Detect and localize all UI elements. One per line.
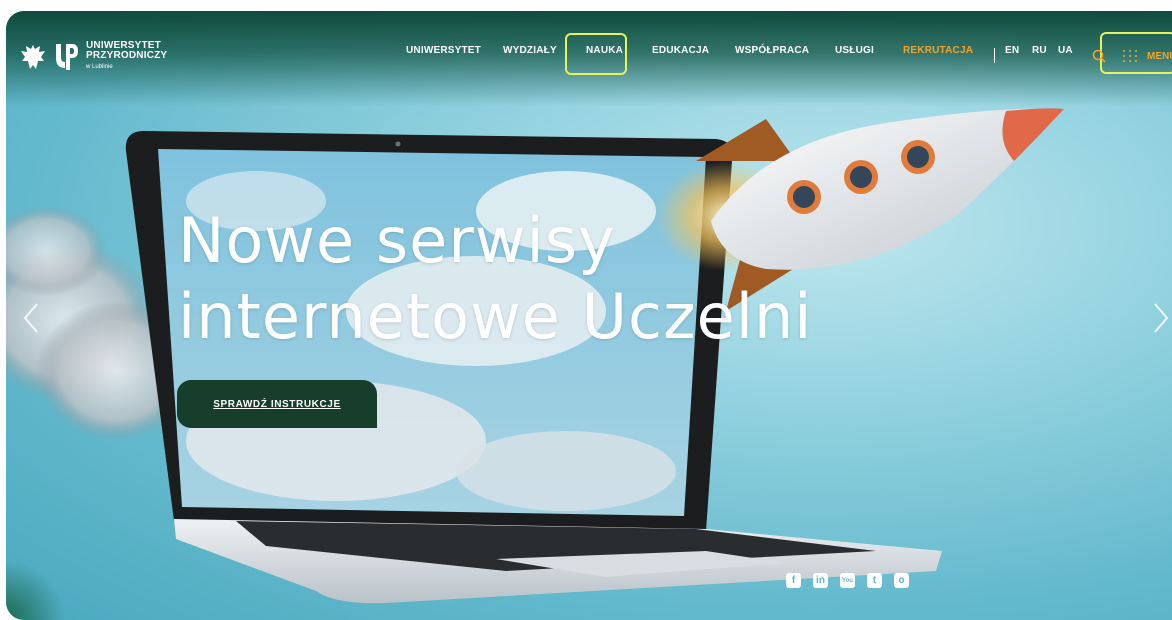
hero-title: Nowe serwisy internetowe Uczelni (178, 203, 813, 355)
youtube-icon[interactable]: You (840, 573, 855, 588)
eagle-emblem-icon (21, 44, 45, 69)
menu-button[interactable]: MENU (1147, 51, 1172, 62)
social-links: f in You t o (786, 573, 909, 588)
logo-line-2: PRZYRODNICZY (86, 50, 168, 61)
site-header: UNIWERSYTET PRZYRODNICZY w Lublinie UNIW… (6, 11, 1172, 101)
nav-item-uniwersytet[interactable]: UNIWERSYTET (406, 45, 481, 56)
logo-wordmark: UNIWERSYTET PRZYRODNICZY w Lublinie (86, 41, 167, 72)
lang-en[interactable]: EN (1005, 45, 1019, 56)
linkedin-icon[interactable]: in (813, 573, 828, 588)
nav-item-nauka[interactable]: NAUKA (586, 45, 623, 56)
grid-dots-icon[interactable] (1122, 49, 1138, 63)
logo-line-3: w Lublinie (86, 64, 113, 70)
hero-title-line-1: Nowe serwisy (178, 204, 616, 277)
lang-ru[interactable]: RU (1032, 45, 1047, 56)
search-icon[interactable] (1092, 49, 1106, 63)
nav-item-rekrutacja[interactable]: REKRUTACJA (903, 45, 973, 56)
twitter-icon[interactable]: t (867, 573, 882, 588)
nav-item-uslugi[interactable]: USŁUGI (835, 45, 874, 56)
instagram-icon[interactable]: o (894, 573, 909, 588)
facebook-icon[interactable]: f (786, 573, 801, 588)
nav-item-edukacja[interactable]: EDUKACJA (652, 45, 709, 56)
up-logo-mark-icon (56, 43, 78, 70)
nav-item-wydzialy[interactable]: WYDZIAŁY (503, 45, 557, 56)
nav-item-wspolpraca[interactable]: WSPÓŁPRACA (735, 45, 809, 56)
hero-slider: UNIWERSYTET PRZYRODNICZY w Lublinie UNIW… (6, 11, 1172, 620)
lang-ua[interactable]: UA (1058, 45, 1073, 56)
chevron-right-icon[interactable] (1152, 301, 1170, 335)
nav-divider (994, 48, 995, 63)
check-instructions-button[interactable]: SPRAWDŹ INSTRUKCJE (177, 380, 377, 428)
university-logo[interactable]: UNIWERSYTET PRZYRODNICZY w Lublinie (20, 41, 167, 72)
chevron-left-icon[interactable] (22, 301, 40, 335)
hero-title-line-2: internetowe Uczelni (178, 280, 813, 353)
